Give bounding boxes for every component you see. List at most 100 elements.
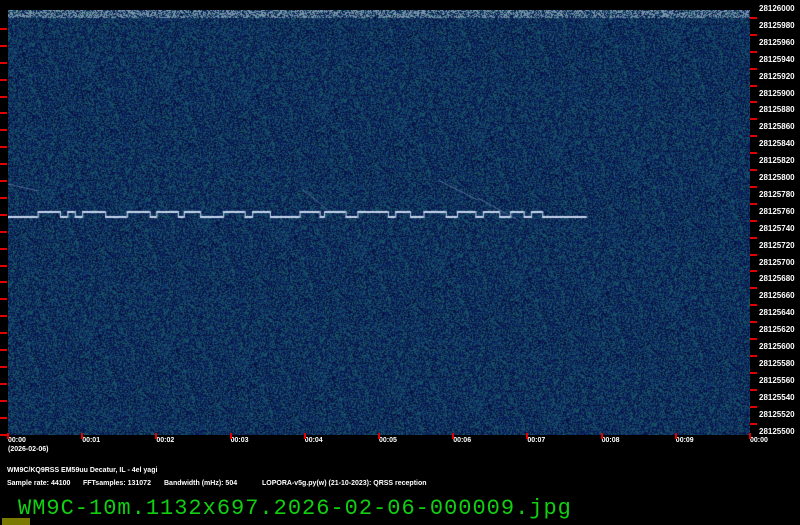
y-tick-label: 28125660 bbox=[759, 291, 795, 301]
sample-rate: Sample rate: 44100 bbox=[7, 480, 71, 487]
x-tick-label: 00:05 bbox=[379, 437, 397, 444]
y-tick-mark-left bbox=[0, 129, 7, 132]
y-tick-mark bbox=[750, 84, 757, 87]
x-tick-label: 00:00 bbox=[8, 437, 26, 444]
y-tick-mark-left bbox=[0, 146, 7, 149]
y-tick-mark-left bbox=[0, 264, 7, 267]
x-tick-mark bbox=[229, 433, 232, 439]
y-tick-mark-left bbox=[0, 196, 7, 199]
y-tick-mark-left bbox=[0, 213, 7, 216]
y-tick-mark bbox=[750, 388, 757, 391]
x-tick-label: 00:06 bbox=[453, 437, 472, 444]
y-tick-mark-left bbox=[0, 163, 7, 166]
y-tick-label: 28125700 bbox=[759, 257, 795, 267]
y-tick-mark bbox=[750, 321, 757, 324]
y-tick-label: 28125820 bbox=[759, 156, 795, 166]
y-tick-mark bbox=[750, 67, 757, 70]
y-tick-mark bbox=[750, 169, 757, 171]
x-tick-label: 00:09 bbox=[675, 437, 694, 444]
y-tick-mark-left bbox=[0, 281, 7, 284]
y-tick-mark-left bbox=[0, 332, 7, 335]
x-tick-label: 00:04 bbox=[304, 437, 323, 444]
x-tick-mark bbox=[7, 433, 9, 439]
y-tick-mark-left bbox=[0, 433, 7, 436]
y-tick-mark bbox=[750, 118, 757, 121]
y-tick-mark bbox=[750, 405, 757, 408]
y-tick-mark bbox=[750, 338, 757, 340]
y-tick-label: 28125860 bbox=[759, 122, 795, 132]
y-tick-label: 28125720 bbox=[759, 240, 795, 250]
x-tick-mark bbox=[452, 433, 455, 439]
y-tick-label: 28125800 bbox=[759, 173, 795, 182]
x-tick-mark bbox=[378, 433, 380, 439]
y-tick-mark bbox=[750, 33, 757, 36]
date-label: (2026-02-06) bbox=[8, 446, 49, 453]
x-tick-mark bbox=[155, 433, 158, 439]
y-tick-label: 28125640 bbox=[759, 308, 795, 318]
y-tick-mark bbox=[750, 202, 757, 205]
y-tick-mark-left bbox=[0, 349, 7, 351]
software-info: LOPORA-v5g.py(w) (21-10-2023): QRSS rece… bbox=[262, 480, 427, 487]
y-tick-mark-left bbox=[0, 247, 7, 250]
y-tick-label: 28125940 bbox=[759, 54, 795, 64]
y-tick-mark-left bbox=[0, 298, 7, 301]
y-tick-mark-left bbox=[0, 95, 7, 98]
x-tick-mark bbox=[81, 433, 84, 439]
y-tick-mark-left bbox=[0, 112, 7, 115]
x-tick-mark bbox=[674, 433, 677, 439]
y-tick-mark bbox=[750, 185, 757, 188]
y-tick-mark bbox=[750, 16, 757, 19]
y-tick-label: 28125620 bbox=[759, 325, 795, 335]
waterfall-spectrogram bbox=[8, 10, 750, 435]
y-tick-label: 28125880 bbox=[759, 105, 795, 115]
x-tick-mark bbox=[303, 433, 306, 439]
y-tick-mark-left bbox=[0, 27, 7, 30]
x-tick-label: 00:02 bbox=[156, 437, 175, 444]
station-line: WM9C/KQ9RSS EM59uu Decatur, IL - 4el yag… bbox=[7, 467, 158, 474]
y-tick-label: 28125520 bbox=[759, 409, 795, 419]
y-tick-label: 28125920 bbox=[759, 71, 795, 81]
y-tick-mark bbox=[750, 287, 757, 290]
y-tick-mark bbox=[750, 50, 757, 53]
y-tick-label: 28125740 bbox=[759, 223, 795, 233]
y-tick-mark bbox=[750, 371, 757, 374]
x-tick-mark bbox=[526, 433, 529, 439]
bandwidth: Bandwidth (mHz): 504 bbox=[164, 480, 238, 487]
y-tick-label: 28125840 bbox=[759, 139, 795, 149]
y-tick-mark bbox=[750, 422, 757, 425]
y-tick-label: 28125500 bbox=[759, 426, 795, 436]
y-tick-label: 28125540 bbox=[759, 392, 795, 402]
y-tick-mark-left bbox=[0, 230, 7, 233]
y-tick-mark-left bbox=[0, 416, 7, 419]
y-tick-mark bbox=[750, 270, 757, 273]
y-tick-label: 28125560 bbox=[759, 375, 795, 385]
y-tick-label: 28125760 bbox=[759, 206, 795, 216]
y-tick-label: 28125680 bbox=[759, 274, 795, 284]
y-tick-mark bbox=[750, 354, 757, 357]
x-tick-mark bbox=[749, 433, 751, 439]
y-tick-label: 28125960 bbox=[759, 37, 795, 47]
y-tick-mark bbox=[750, 236, 757, 239]
y-tick-label: 28125980 bbox=[759, 20, 795, 30]
y-tick-mark-left bbox=[0, 44, 7, 47]
y-tick-mark-left bbox=[0, 315, 7, 318]
y-tick-mark bbox=[750, 253, 757, 256]
color-swatch bbox=[2, 518, 30, 525]
y-tick-mark bbox=[750, 219, 757, 222]
y-tick-mark bbox=[750, 135, 757, 138]
y-tick-mark-left bbox=[0, 180, 7, 182]
y-tick-mark bbox=[750, 304, 757, 307]
y-tick-mark bbox=[750, 152, 757, 155]
x-tick-label: 00:08 bbox=[601, 437, 620, 444]
x-tick-label: 00:00 bbox=[750, 437, 768, 444]
y-tick-mark-left bbox=[0, 382, 7, 385]
y-tick-mark-left bbox=[0, 61, 7, 64]
y-tick-mark-left bbox=[0, 78, 7, 81]
y-tick-label: 28125900 bbox=[759, 88, 795, 98]
y-tick-label: 28126000 bbox=[759, 4, 795, 13]
y-tick-mark-left bbox=[0, 399, 7, 402]
y-tick-label: 28125580 bbox=[759, 358, 795, 368]
x-tick-label: 00:03 bbox=[230, 437, 249, 444]
fft-samples: FFTsamples: 131072 bbox=[83, 480, 151, 487]
y-tick-mark bbox=[750, 101, 757, 104]
